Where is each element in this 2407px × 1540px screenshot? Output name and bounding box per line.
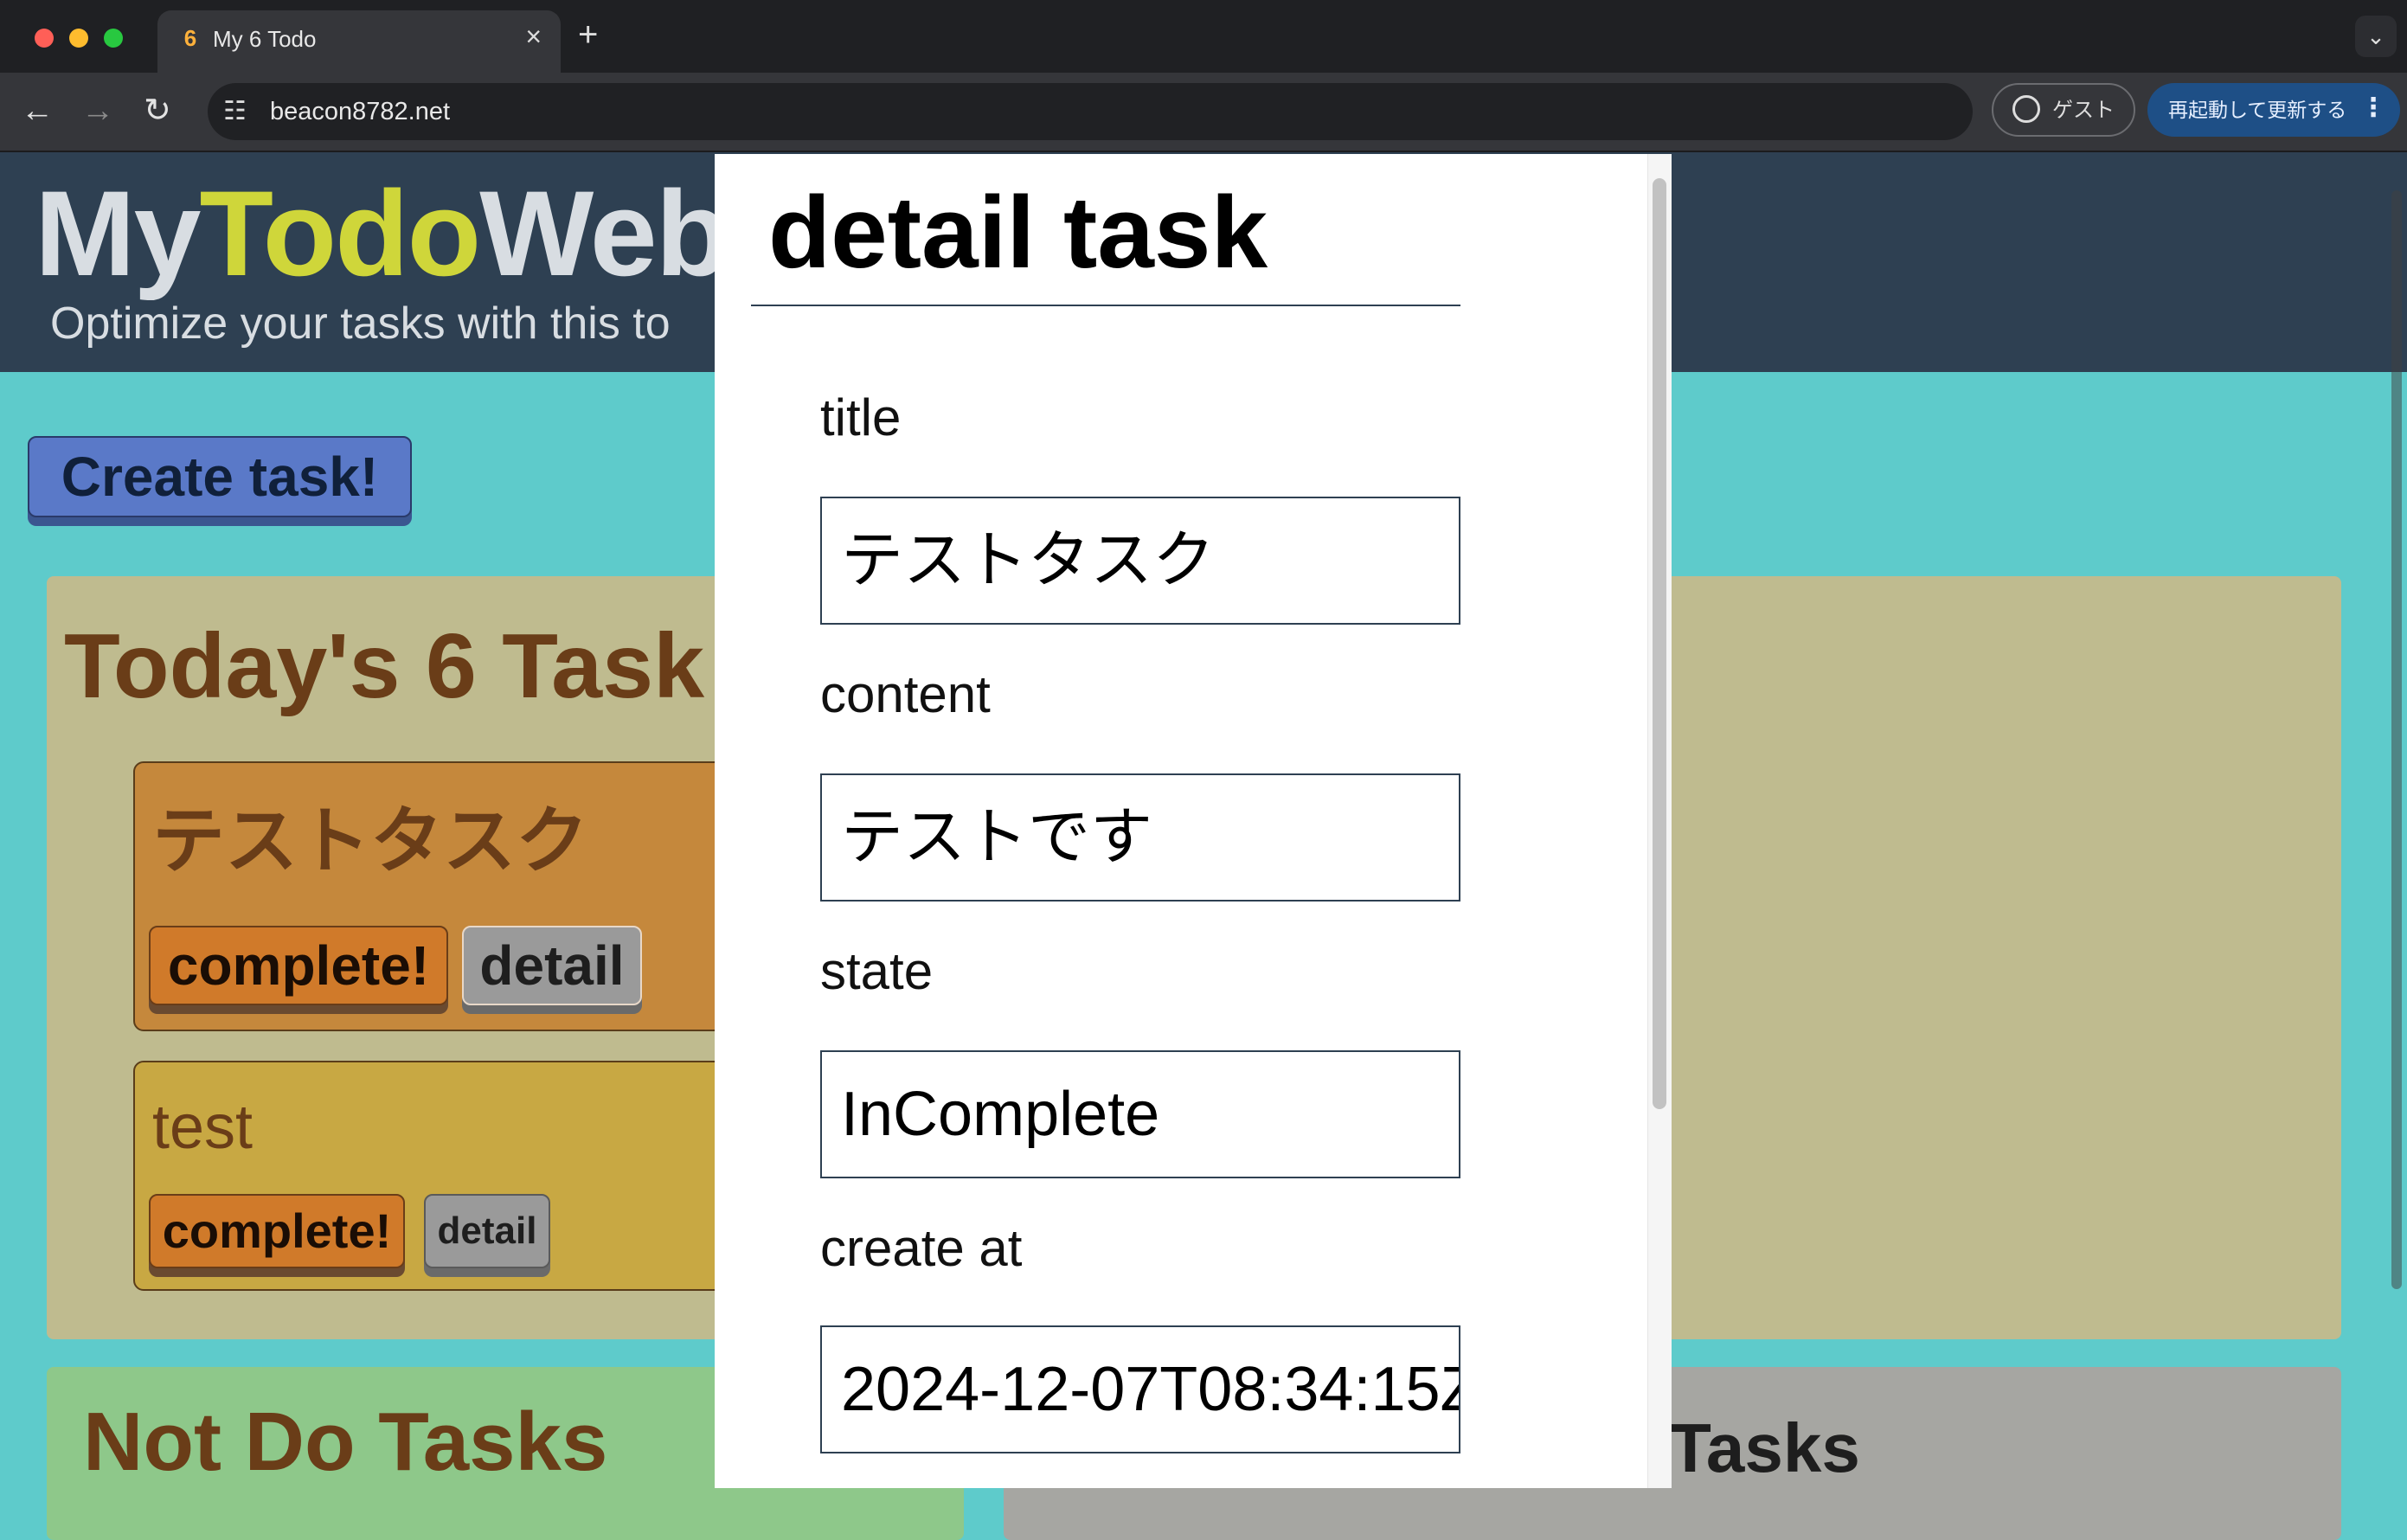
- profile-button[interactable]: ゲスト: [1992, 83, 2135, 137]
- create-task-button[interactable]: Create task!: [28, 436, 412, 517]
- complete-button[interactable]: complete!: [149, 926, 448, 1005]
- state-field[interactable]: InComplete: [820, 1050, 1460, 1178]
- not-do-tasks-title: Not Do Tasks: [83, 1396, 608, 1488]
- arrow-left-icon[interactable]: ←: [21, 92, 54, 130]
- profile-label: ゲスト: [2052, 99, 2115, 122]
- site-settings-icon[interactable]: ☷: [223, 97, 247, 126]
- field-label-content: content: [820, 665, 991, 723]
- tab-favicon-icon: 6: [183, 25, 197, 51]
- field-label-title: title: [820, 388, 902, 446]
- url-text[interactable]: beacon8782.net: [270, 97, 450, 126]
- browser-tab[interactable]: 6 My 6 Todo ×: [157, 10, 561, 73]
- brand-word-todo: Todo: [199, 165, 481, 301]
- content-field[interactable]: テストです: [820, 773, 1460, 902]
- update-label: 再起動して更新する: [2168, 99, 2347, 121]
- modal-divider: [751, 305, 1460, 306]
- todays-tasks-title: Today's 6 Task: [64, 615, 705, 717]
- app-tagline: Optimize your tasks with this to: [50, 298, 671, 349]
- detail-task-modal: detail task title テストタスク content テストです s…: [715, 154, 1672, 1488]
- more-vert-icon[interactable]: ⋮: [2360, 95, 2386, 121]
- field-label-create-at: create at: [820, 1219, 1023, 1277]
- page-scrollbar[interactable]: [2391, 190, 2402, 1289]
- brand-word-my: My: [35, 165, 201, 301]
- window-minimize-button[interactable]: [69, 29, 88, 48]
- task-card: test complete! detail: [133, 1061, 808, 1291]
- person-icon: [2012, 95, 2040, 123]
- update-button[interactable]: 再起動して更新する ⋮: [2147, 83, 2400, 137]
- task-title: テストタスク: [152, 800, 589, 882]
- arrow-right-icon[interactable]: →: [81, 92, 114, 130]
- task-title: test: [152, 1093, 254, 1162]
- create-at-field[interactable]: 2024-12-07T08:34:15Z: [820, 1325, 1460, 1453]
- reload-icon[interactable]: ↻: [144, 92, 171, 130]
- complete-button[interactable]: complete!: [149, 1194, 405, 1268]
- app-brand: MyTodoWeb: [35, 164, 729, 303]
- detail-button[interactable]: detail: [462, 926, 642, 1005]
- field-label-state: state: [820, 942, 934, 1000]
- detail-button[interactable]: detail: [424, 1194, 550, 1268]
- window-zoom-button[interactable]: [104, 29, 123, 48]
- close-icon[interactable]: ×: [525, 22, 542, 50]
- tab-search-chevron-down-icon[interactable]: ⌄: [2355, 16, 2397, 57]
- title-field[interactable]: テストタスク: [820, 497, 1460, 625]
- modal-scrollbar-thumb[interactable]: [1653, 178, 1666, 1109]
- brand-word-web: Web: [479, 165, 729, 301]
- plus-icon[interactable]: +: [578, 17, 598, 52]
- address-bar[interactable]: ☷ beacon8782.net: [208, 83, 1973, 140]
- tab-title: My 6 Todo: [213, 26, 317, 52]
- window-close-button[interactable]: [35, 29, 54, 48]
- browser-toolbar: ← → ↻ ☷ beacon8782.net ゲスト 再起動して更新する ⋮: [0, 73, 2407, 152]
- browser-tab-strip: 6 My 6 Todo × + ⌄: [0, 0, 2407, 73]
- task-card: テストタスク complete! detail: [133, 761, 808, 1031]
- modal-title: detail task: [768, 176, 1268, 290]
